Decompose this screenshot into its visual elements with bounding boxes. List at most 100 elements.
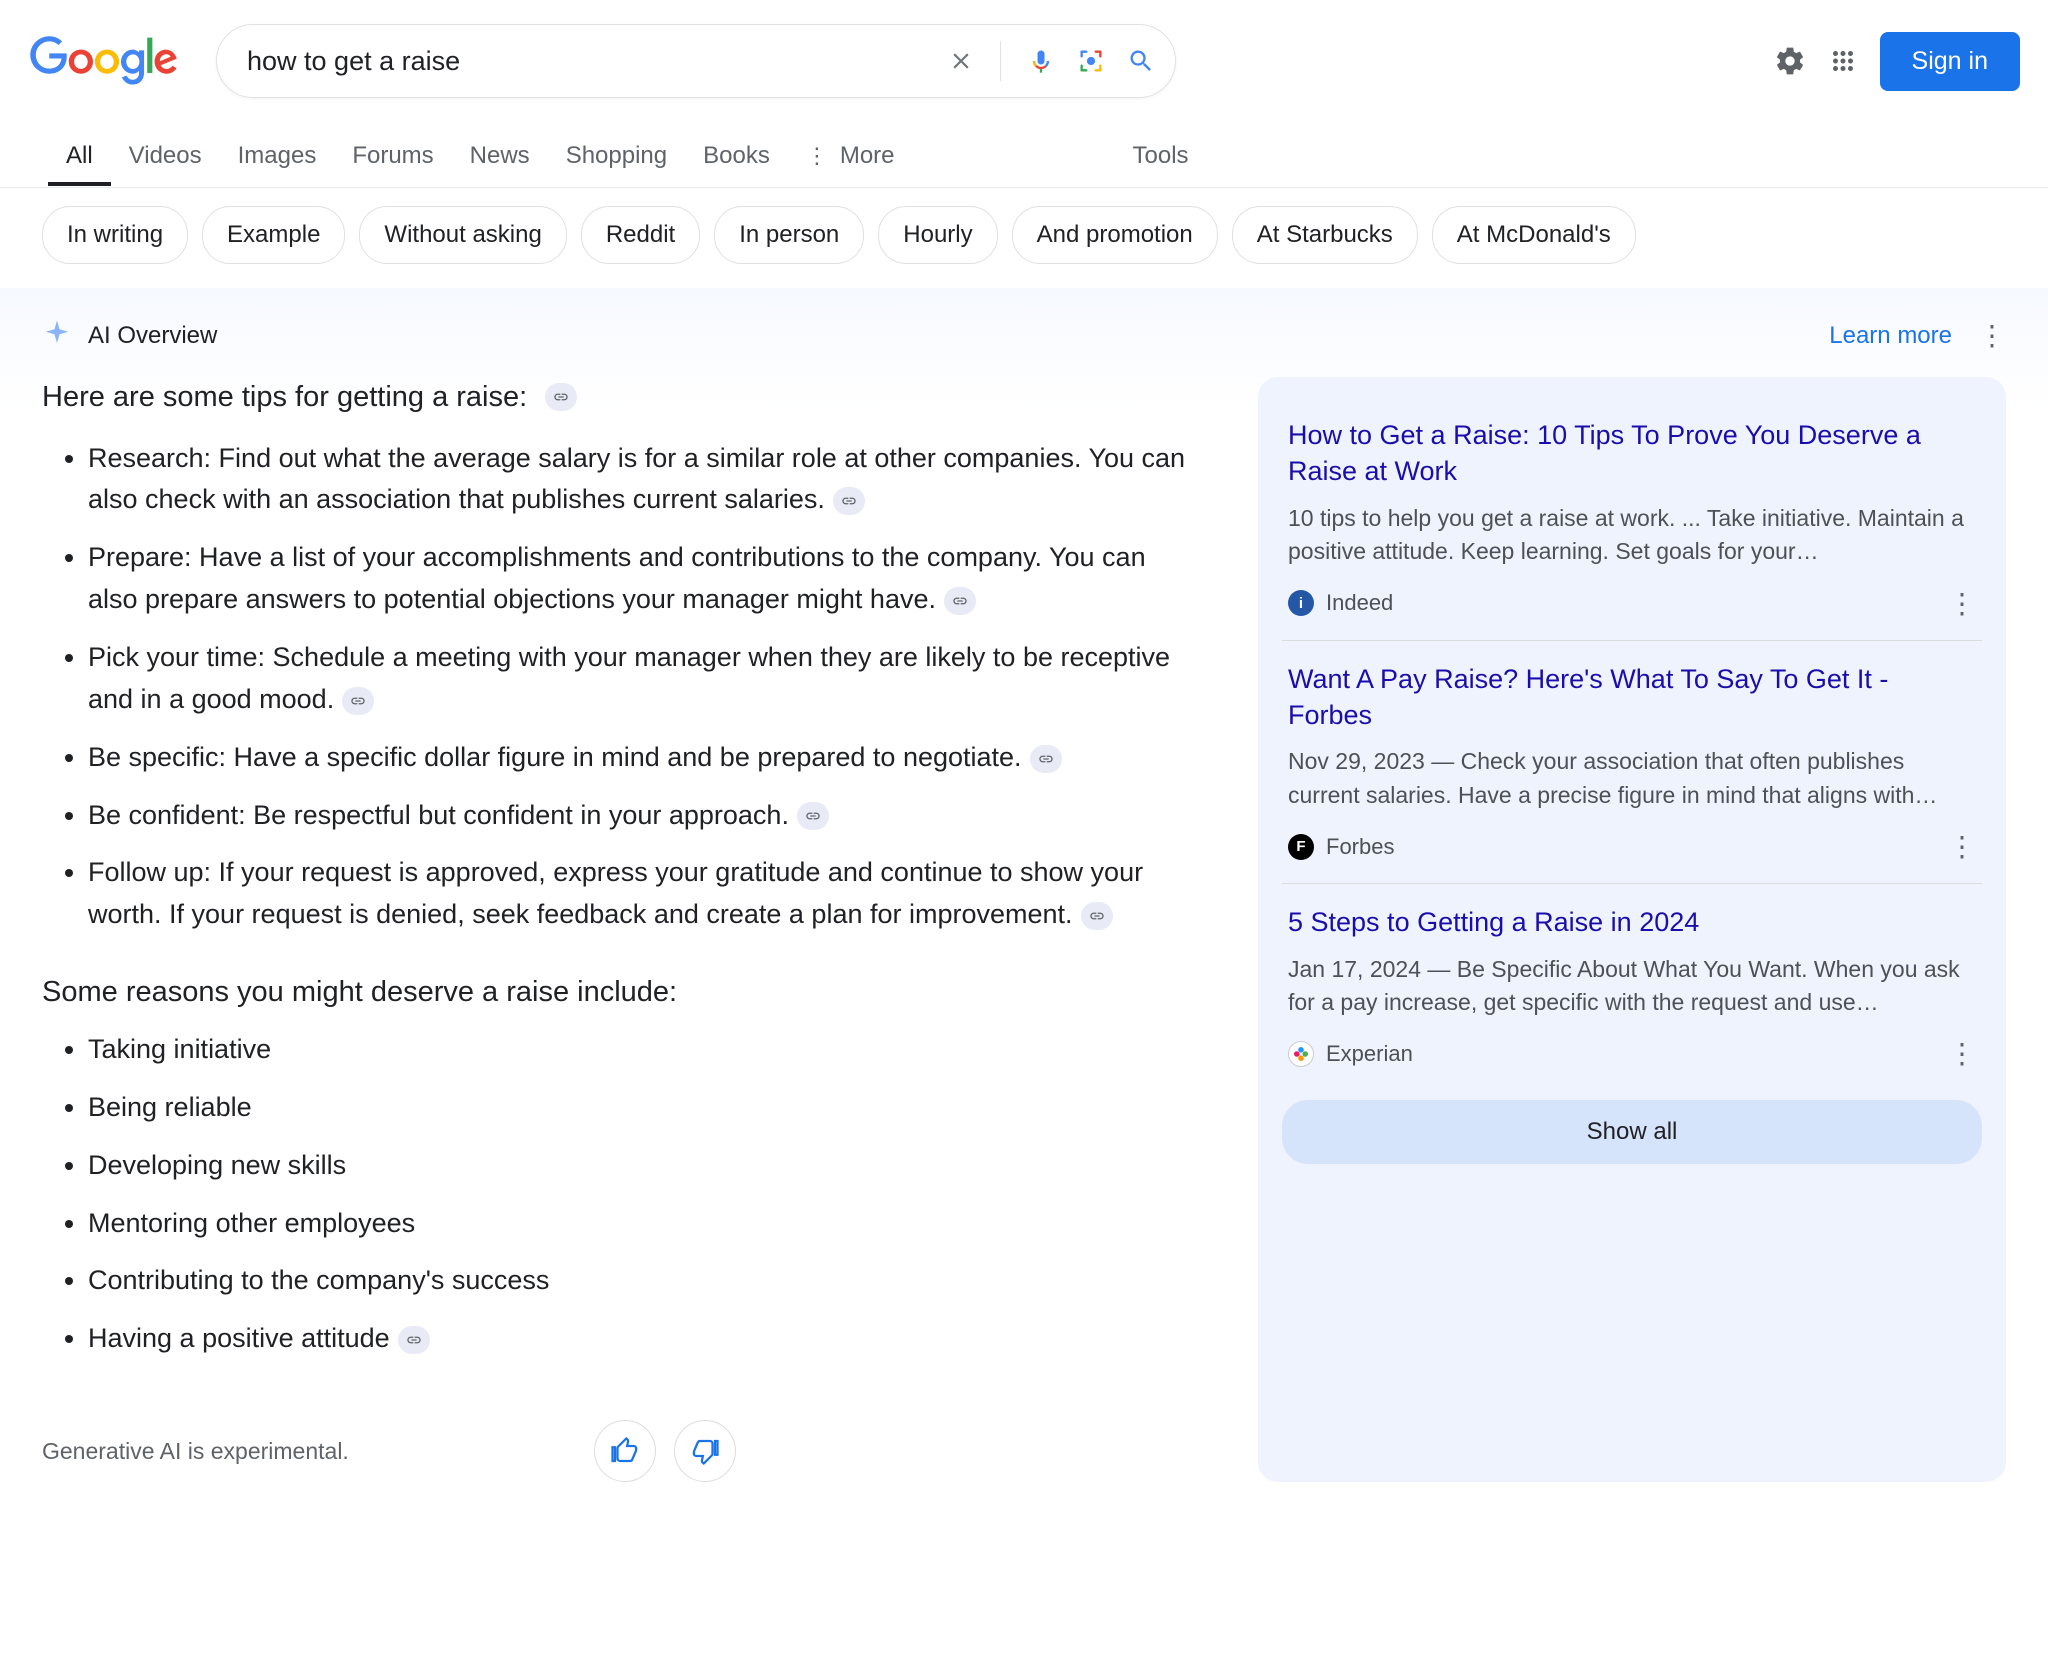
source-card[interactable]: Want A Pay Raise? Here's What To Say To … [1282,641,1982,885]
list-item: Having a positive attitude [88,1318,1202,1360]
card-source: F Forbes [1288,834,1394,860]
card-snippet: 10 tips to help you get a raise at work.… [1288,502,1976,569]
reasons-list: Taking initiative Being reliable Develop… [42,1029,1202,1360]
card-snippet: Jan 17, 2024 — Be Specific About What Yo… [1288,953,1976,1020]
card-footer: i Indeed ⋮ [1288,587,1976,620]
source-cards: How to Get a Raise: 10 Tips To Prove You… [1258,377,2006,1482]
source-card[interactable]: How to Get a Raise: 10 Tips To Prove You… [1282,397,1982,641]
citation-link-icon[interactable] [1081,902,1113,930]
source-favicon: i [1288,590,1314,616]
ai-overview-title: AI Overview [88,322,217,350]
header: Sign in [0,0,2048,98]
search-icons [948,41,1155,81]
chip[interactable]: At McDonald's [1432,206,1636,264]
card-title[interactable]: How to Get a Raise: 10 Tips To Prove You… [1288,417,1976,490]
source-name: Indeed [1326,590,1393,616]
ai-header-right: Learn more ⋮ [1829,319,2006,352]
search-bar[interactable] [216,24,1176,98]
list-item: Developing new skills [88,1145,1202,1187]
google-logo[interactable] [28,36,180,86]
tab-news[interactable]: News [452,126,548,186]
apps-icon[interactable] [1828,46,1858,76]
list-item: Prepare: Have a list of your accomplishm… [88,537,1202,621]
citation-link-icon[interactable] [342,687,374,715]
tabs: All Videos Images Forums News Shopping B… [0,124,2048,188]
card-snippet: Nov 29, 2023 — Check your association th… [1288,745,1976,812]
mic-icon[interactable] [1027,47,1055,75]
citation-link-icon[interactable] [545,383,577,411]
chip[interactable]: In person [714,206,864,264]
list-item: Pick your time: Schedule a meeting with … [88,637,1202,721]
chip[interactable]: Reddit [581,206,700,264]
list-item: Being reliable [88,1087,1202,1129]
lens-icon[interactable] [1077,47,1105,75]
card-source: Experian [1288,1041,1413,1067]
list-item: Research: Find out what the average sala… [88,438,1202,522]
card-menu-icon[interactable]: ⋮ [1948,830,1976,863]
refinement-chips: In writing Example Without asking Reddit… [0,188,2048,288]
source-favicon [1288,1041,1314,1067]
ai-header: AI Overview Learn more ⋮ [42,318,2006,353]
learn-more-link[interactable]: Learn more [1829,322,1952,350]
source-name: Experian [1326,1041,1413,1067]
chip[interactable]: Hourly [878,206,997,264]
search-icon[interactable] [1127,47,1155,75]
chip[interactable]: In writing [42,206,188,264]
thumbs-up-button[interactable] [594,1420,656,1482]
ai-disclaimer: Generative AI is experimental. [42,1438,349,1465]
chip[interactable]: Example [202,206,345,264]
list-item: Be specific: Have a specific dollar figu… [88,737,1202,779]
tools-button[interactable]: Tools [1133,142,1189,170]
ai-title-wrap: AI Overview [42,318,217,353]
tab-more[interactable]: ⋮ More [788,126,913,186]
feedback-buttons [594,1420,736,1482]
card-title[interactable]: 5 Steps to Getting a Raise in 2024 [1288,904,1976,940]
settings-icon[interactable] [1774,45,1806,77]
list-item: Contributing to the company's success [88,1260,1202,1302]
sparkle-icon [42,318,72,353]
list-item: Taking initiative [88,1029,1202,1071]
search-input[interactable] [247,46,948,77]
card-menu-icon[interactable]: ⋮ [1948,587,1976,620]
citation-link-icon[interactable] [833,487,865,515]
reasons-heading: Some reasons you might deserve a raise i… [42,976,1202,1009]
clear-icon[interactable] [948,48,974,74]
tab-more-label: More [840,142,895,170]
tab-forums[interactable]: Forums [334,126,451,186]
card-footer: F Forbes ⋮ [1288,830,1976,863]
chip[interactable]: Without asking [359,206,566,264]
source-name: Forbes [1326,834,1394,860]
ai-body: Here are some tips for getting a raise: … [42,377,2006,1482]
thumbs-down-button[interactable] [674,1420,736,1482]
list-item: Be confident: Be respectful but confiden… [88,795,1202,837]
list-item: Follow up: If your request is approved, … [88,852,1202,936]
citation-link-icon[interactable] [797,802,829,830]
ai-overview: AI Overview Learn more ⋮ Here are some t… [0,288,2048,1522]
citation-link-icon[interactable] [1030,745,1062,773]
chip[interactable]: And promotion [1012,206,1218,264]
ai-footer: Generative AI is experimental. [42,1420,1202,1482]
source-favicon: F [1288,834,1314,860]
tab-images[interactable]: Images [220,126,335,186]
card-source: i Indeed [1288,590,1393,616]
ai-content: Here are some tips for getting a raise: … [42,377,1202,1482]
sign-in-button[interactable]: Sign in [1880,32,2020,91]
card-menu-icon[interactable]: ⋮ [1948,1037,1976,1070]
tips-list: Research: Find out what the average sala… [42,438,1202,936]
ai-intro-text: Here are some tips for getting a raise: [42,377,527,418]
source-card[interactable]: 5 Steps to Getting a Raise in 2024 Jan 1… [1282,884,1982,1090]
ai-intro: Here are some tips for getting a raise: [42,377,1202,418]
citation-link-icon[interactable] [398,1326,430,1354]
divider [1000,41,1001,81]
tab-books[interactable]: Books [685,126,788,186]
chip[interactable]: At Starbucks [1232,206,1418,264]
list-item: Mentoring other employees [88,1203,1202,1245]
card-title[interactable]: Want A Pay Raise? Here's What To Say To … [1288,661,1976,734]
show-all-button[interactable]: Show all [1282,1100,1982,1164]
tab-all[interactable]: All [48,126,111,186]
card-footer: Experian ⋮ [1288,1037,1976,1070]
ai-overview-menu-icon[interactable]: ⋮ [1978,319,2006,352]
citation-link-icon[interactable] [944,587,976,615]
tab-shopping[interactable]: Shopping [548,126,685,186]
tab-videos[interactable]: Videos [111,126,220,186]
